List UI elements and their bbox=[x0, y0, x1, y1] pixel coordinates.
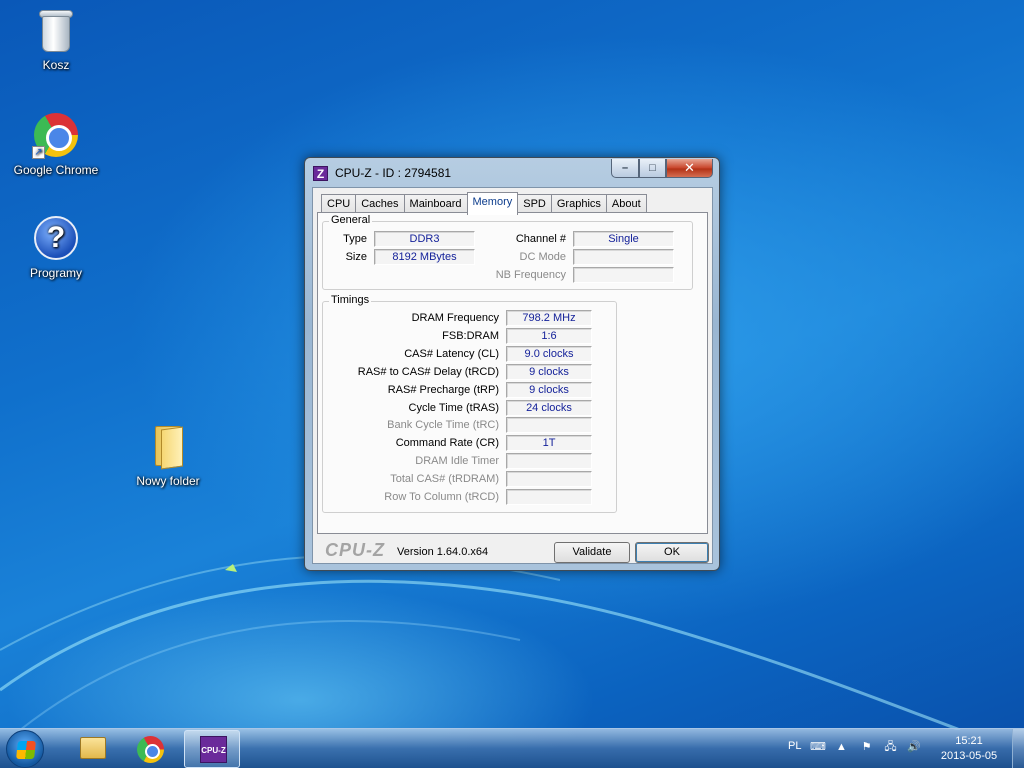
close-icon: ✕ bbox=[684, 160, 695, 175]
tab-caches[interactable]: Caches bbox=[355, 194, 405, 214]
explorer-icon bbox=[80, 737, 106, 759]
timings-group: Timings DRAM Frequency 798.2 MHz FSB:DRAM 1… bbox=[322, 294, 617, 513]
desktop-icon-label: Nowy folder bbox=[136, 474, 200, 488]
maximize-button[interactable]: □ bbox=[639, 159, 666, 178]
help-icon: ? bbox=[34, 216, 78, 260]
desktop-icon-google-chrome[interactable]: ↗ Google Chrome bbox=[8, 113, 104, 177]
type-value: DDR3 bbox=[374, 231, 475, 247]
tab-strip: CPU Caches Mainboard Memory SPD Graphics… bbox=[321, 192, 647, 215]
timing-label: FSB:DRAM bbox=[442, 329, 499, 342]
tab-cpu[interactable]: CPU bbox=[321, 194, 357, 214]
desktop-icon-label: Kosz bbox=[42, 58, 70, 72]
timing-value: 1:6 bbox=[506, 327, 592, 344]
folder-icon bbox=[151, 424, 185, 470]
timing-label: CAS# Latency (CL) bbox=[404, 347, 499, 360]
show-desktop-button[interactable] bbox=[1012, 729, 1024, 768]
channel-value: Single bbox=[573, 231, 674, 247]
validate-button[interactable]: Validate bbox=[554, 542, 630, 563]
taskbar-chrome-button[interactable] bbox=[123, 730, 179, 768]
title-bar[interactable]: Z CPU-Z - ID : 2794581 – □ ✕ bbox=[305, 158, 719, 186]
desktop-icon-programy[interactable]: ? Programy bbox=[8, 216, 104, 280]
size-label: Size bbox=[345, 251, 367, 263]
dc-mode-label: DC Mode bbox=[519, 251, 566, 263]
version-text: Version 1.64.0.x64 bbox=[397, 546, 489, 558]
timing-value: 9 clocks bbox=[506, 381, 592, 398]
size-value: 8192 MBytes bbox=[374, 249, 475, 265]
timing-value: 798.2 MHz bbox=[506, 310, 592, 326]
tab-graphics[interactable]: Graphics bbox=[550, 194, 607, 214]
desktop-icon-recycle-bin[interactable]: Kosz bbox=[8, 8, 104, 72]
general-group: General Type DDR3 Size 8192 MBytes Chann… bbox=[322, 214, 693, 290]
timing-label: RAS# to CAS# Delay (tRCD) bbox=[357, 365, 499, 378]
timing-label: DRAM Frequency bbox=[411, 312, 499, 324]
timing-label: DRAM Idle Timer bbox=[415, 455, 499, 468]
system-clock[interactable]: 15:21 2013-05-05 bbox=[934, 734, 1004, 764]
timing-value: 9 clocks bbox=[506, 363, 592, 380]
clock-time: 15:21 bbox=[955, 735, 983, 747]
nb-frequency-label: NB Frequency bbox=[495, 269, 566, 281]
timing-value bbox=[506, 489, 592, 505]
taskbar-cpuz-button[interactable]: CPU-Z bbox=[184, 730, 240, 768]
minimize-icon: – bbox=[621, 162, 629, 174]
show-hidden-icons-icon[interactable]: ▲ bbox=[835, 741, 848, 753]
timings-group-title: Timings bbox=[329, 294, 372, 306]
cpuz-icon: CPU-Z bbox=[200, 736, 227, 763]
general-group-title: General bbox=[329, 214, 373, 226]
language-indicator[interactable]: PL bbox=[788, 740, 801, 752]
window-title: CPU-Z - ID : 2794581 bbox=[335, 166, 452, 180]
recycle-bin-icon bbox=[38, 8, 74, 52]
minimize-button[interactable]: – bbox=[611, 159, 639, 178]
action-center-icon[interactable]: ⚑ bbox=[860, 741, 873, 753]
timing-value: 1T bbox=[506, 435, 592, 452]
cpuz-app-icon[interactable]: Z bbox=[313, 166, 328, 181]
cpuz-window: Z CPU-Z - ID : 2794581 – □ ✕ CPU Caches … bbox=[304, 157, 720, 571]
clock-date: 2013-05-05 bbox=[940, 750, 998, 762]
windows-logo-icon bbox=[16, 741, 36, 759]
desktop-icon-label: Programy bbox=[29, 266, 82, 280]
memory-tab-panel: General Type DDR3 Size 8192 MBytes Chann… bbox=[317, 212, 708, 534]
timing-label: Cycle Time (tRAS) bbox=[408, 401, 499, 414]
timing-value: 24 clocks bbox=[506, 399, 592, 416]
tab-about[interactable]: About bbox=[605, 194, 647, 214]
timing-label: Row To Column (tRCD) bbox=[384, 491, 499, 503]
desktop-icon-label: Google Chrome bbox=[13, 163, 99, 177]
desktop-icon-nowy-folder[interactable]: Nowy folder bbox=[120, 424, 216, 488]
type-label: Type bbox=[343, 233, 367, 245]
channel-label: Channel # bbox=[515, 233, 566, 245]
maximize-icon: □ bbox=[649, 162, 656, 174]
timing-label: Total CAS# (tRDRAM) bbox=[390, 473, 499, 486]
tab-mainboard[interactable]: Mainboard bbox=[403, 194, 468, 214]
tab-spd[interactable]: SPD bbox=[517, 194, 552, 214]
tab-memory[interactable]: Memory bbox=[466, 192, 519, 215]
network-icon[interactable]: 🖧 bbox=[884, 741, 897, 753]
start-button[interactable] bbox=[6, 730, 44, 768]
timing-value bbox=[506, 417, 592, 434]
timing-value bbox=[506, 453, 592, 470]
keyboard-icon[interactable]: ⌨ bbox=[810, 741, 826, 753]
cpuz-logo: CPU-Z bbox=[325, 540, 385, 560]
chrome-icon: ↗ bbox=[32, 113, 78, 159]
ok-button[interactable]: OK bbox=[635, 542, 709, 563]
nb-frequency-value bbox=[573, 267, 674, 283]
timing-value bbox=[506, 471, 592, 488]
taskbar-explorer-button[interactable] bbox=[62, 730, 118, 768]
timing-label: Bank Cycle Time (tRC) bbox=[387, 419, 499, 432]
volume-icon[interactable]: 🔊 bbox=[907, 741, 921, 753]
dc-mode-value bbox=[573, 249, 674, 265]
close-button[interactable]: ✕ bbox=[666, 159, 713, 178]
chrome-icon bbox=[137, 736, 164, 763]
shortcut-arrow-icon: ↗ bbox=[32, 146, 45, 159]
timing-label: Command Rate (CR) bbox=[395, 437, 499, 450]
timing-value: 9.0 clocks bbox=[506, 345, 592, 362]
timing-label: RAS# Precharge (tRP) bbox=[387, 383, 499, 396]
window-client-area: CPU Caches Mainboard Memory SPD Graphics… bbox=[312, 187, 713, 564]
